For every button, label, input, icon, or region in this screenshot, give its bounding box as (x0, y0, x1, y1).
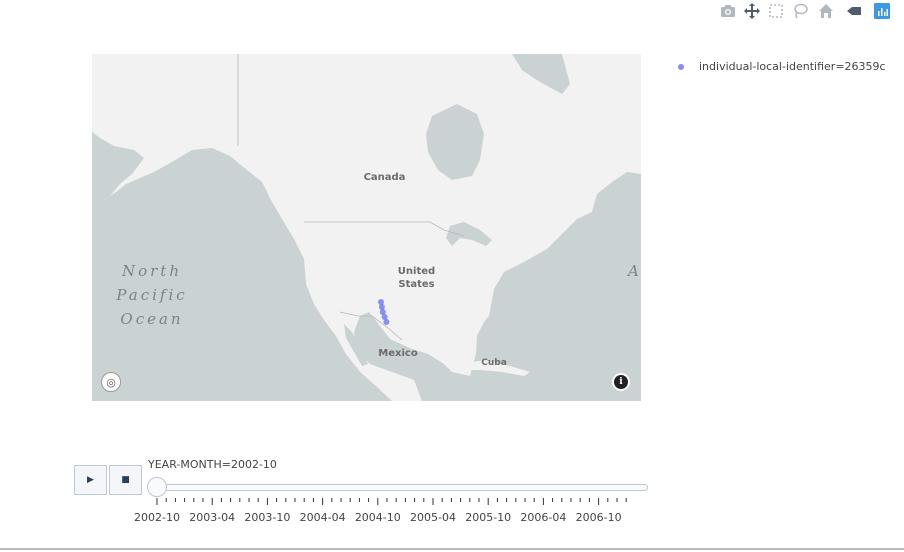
slider-tick-label[interactable]: 2005-04 (410, 511, 456, 524)
slider-handle[interactable] (147, 477, 167, 497)
slider-tick-label[interactable]: 2004-04 (300, 511, 346, 524)
slider-tick-label[interactable]: 2003-04 (189, 511, 235, 524)
slider-tick-label[interactable]: 2006-10 (576, 511, 622, 524)
slider-tick-label[interactable]: 2003-10 (244, 511, 290, 524)
slider-tick-label[interactable]: 2005-10 (465, 511, 511, 524)
slider-tick-label[interactable]: 2004-10 (355, 511, 401, 524)
slider-tick-label[interactable]: 2002-10 (134, 511, 180, 524)
slider-tick-label[interactable]: 2006-04 (520, 511, 566, 524)
slider-ticks (156, 498, 627, 505)
